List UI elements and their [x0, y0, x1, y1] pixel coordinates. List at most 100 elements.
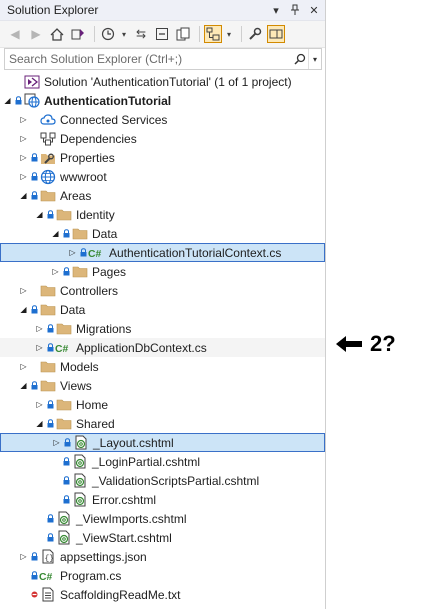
expanded-arrow-icon[interactable]: ◢: [34, 414, 45, 433]
filter-dropdown[interactable]: ▾: [120, 25, 128, 43]
tree-item[interactable]: ◢ Data: [0, 300, 325, 319]
preview-pane-icon[interactable]: [267, 25, 285, 43]
tree-item[interactable]: ▷ Controllers: [0, 281, 325, 300]
close-icon[interactable]: ✕: [306, 2, 322, 18]
sync-with-document-icon[interactable]: ⇆: [132, 25, 150, 43]
tree-item[interactable]: _ValidationScriptsPartial.cshtml: [0, 471, 325, 490]
tree-item[interactable]: ◢ AuthenticationTutorial: [0, 91, 325, 110]
globe-icon: [39, 167, 56, 186]
collapsed-arrow-icon[interactable]: ▷: [34, 395, 45, 414]
web-project-icon: [23, 91, 40, 110]
tree-item[interactable]: ◢ Views: [0, 376, 325, 395]
collapsed-arrow-icon[interactable]: ▷: [34, 319, 45, 338]
folder-icon: [39, 281, 56, 300]
tree-item[interactable]: ScaffoldingReadMe.txt: [0, 585, 325, 604]
expanded-arrow-icon[interactable]: ◢: [34, 205, 45, 224]
collapsed-arrow-icon[interactable]: ▷: [67, 243, 78, 262]
search-icon[interactable]: [292, 49, 308, 69]
razor-file-icon: [71, 471, 88, 490]
collapsed-arrow-icon[interactable]: ▷: [18, 167, 29, 186]
tree-item-label: AuthenticationTutorialContext.cs: [109, 245, 282, 260]
tree-item[interactable]: ▷ _Layout.cshtml: [0, 433, 325, 452]
tree-item[interactable]: Solution 'AuthenticationTutorial' (1 of …: [0, 72, 325, 91]
search-input[interactable]: [5, 51, 292, 67]
razor-file-icon: [71, 452, 88, 471]
tree-item[interactable]: ◢ Shared: [0, 414, 325, 433]
collapsed-arrow-icon[interactable]: ▷: [50, 262, 61, 281]
tree-item[interactable]: _LoginPartial.cshtml: [0, 452, 325, 471]
folder-icon: [55, 205, 72, 224]
switch-views-icon[interactable]: [69, 25, 87, 43]
csharp-file-icon: C#: [88, 243, 105, 262]
expanded-arrow-icon[interactable]: ◢: [18, 376, 29, 395]
collapsed-arrow-icon[interactable]: ▷: [51, 433, 62, 452]
view-dropdown[interactable]: ▾: [225, 25, 233, 43]
forward-icon[interactable]: ▶: [27, 25, 45, 43]
collapsed-arrow-icon[interactable]: ▷: [18, 110, 29, 129]
tree-item[interactable]: _ViewStart.cshtml: [0, 528, 325, 547]
tree-item[interactable]: ▷ C# AuthenticationTutorialContext.cs: [0, 243, 325, 262]
tree-item-label: _Layout.cshtml: [93, 435, 174, 450]
tree-item-label: wwwroot: [60, 169, 107, 184]
panel-title: Solution Explorer: [7, 3, 99, 17]
lock-icon: [45, 338, 55, 357]
tree-item-label: _ViewImports.cshtml: [76, 511, 187, 526]
collapsed-arrow-icon[interactable]: ▷: [34, 338, 45, 357]
home-icon[interactable]: [48, 25, 66, 43]
solution-explorer-panel: Solution Explorer ▾ ✕ ◀ ▶ ▾ ⇆ ▾ Search S…: [0, 0, 326, 609]
toolbar-separator: [94, 26, 95, 42]
tree-item-label: Home: [76, 397, 109, 412]
status-spacer: [29, 281, 39, 300]
toolbar: ◀ ▶ ▾ ⇆ ▾: [0, 21, 325, 48]
folder-icon: [39, 300, 56, 319]
tree-item[interactable]: ▷ Connected Services: [0, 110, 325, 129]
tree-item[interactable]: ▷ wwwroot: [0, 167, 325, 186]
properties-wrench-icon[interactable]: [246, 25, 264, 43]
lock-icon: [61, 262, 71, 281]
tree-item-label: Dependencies: [60, 131, 137, 146]
expanded-arrow-icon[interactable]: ◢: [18, 300, 29, 319]
lock-icon: [29, 300, 39, 319]
collapse-all-icon[interactable]: [153, 25, 171, 43]
tree-item[interactable]: ◢ Identity: [0, 205, 325, 224]
collapsed-arrow-icon[interactable]: ▷: [18, 357, 29, 376]
excluded-status-icon: [29, 585, 39, 604]
folder-icon: [71, 262, 88, 281]
tree-item[interactable]: Error.cshtml: [0, 490, 325, 509]
pending-changes-filter-icon[interactable]: [99, 25, 117, 43]
expanded-arrow-icon[interactable]: ◢: [2, 91, 13, 110]
tree-item[interactable]: ▷ Pages: [0, 262, 325, 281]
expanded-arrow-icon[interactable]: ◢: [50, 224, 61, 243]
csharp-file-icon: C#: [39, 566, 56, 585]
tree-item[interactable]: ▷ Migrations: [0, 319, 325, 338]
preview-selected-items-icon[interactable]: [204, 25, 222, 43]
back-icon[interactable]: ◀: [6, 25, 24, 43]
lock-icon: [62, 433, 72, 452]
tree-item[interactable]: _ViewImports.cshtml: [0, 509, 325, 528]
window-options-dropdown[interactable]: ▾: [268, 2, 284, 18]
collapsed-arrow-icon[interactable]: ▷: [18, 129, 29, 148]
tree-item[interactable]: ▷ Models: [0, 357, 325, 376]
tree-item[interactable]: ▷ C# ApplicationDbContext.cs: [0, 338, 325, 357]
tree-item[interactable]: ◢ Areas: [0, 186, 325, 205]
expanded-arrow-icon[interactable]: ◢: [18, 186, 29, 205]
search-box: ▾: [4, 48, 322, 70]
tree-item[interactable]: ▷ {} appsettings.json: [0, 547, 325, 566]
tree-item-label: Controllers: [60, 283, 119, 298]
tree-item[interactable]: ◢ Data: [0, 224, 325, 243]
collapsed-arrow-icon[interactable]: ▷: [18, 281, 29, 300]
tree-item[interactable]: C# Program.cs: [0, 566, 325, 585]
tree-item[interactable]: ▷ Dependencies: [0, 129, 325, 148]
tree-item[interactable]: ▷ Properties: [0, 148, 325, 167]
lock-icon: [29, 566, 39, 585]
tree-item[interactable]: ▷ Home: [0, 395, 325, 414]
svg-text:C#: C#: [39, 571, 52, 581]
collapsed-arrow-icon[interactable]: ▷: [18, 148, 29, 167]
pin-icon[interactable]: [287, 2, 303, 18]
show-all-files-icon[interactable]: [174, 25, 192, 43]
search-options-dropdown[interactable]: ▾: [308, 49, 321, 69]
collapsed-arrow-icon[interactable]: ▷: [18, 547, 29, 566]
tree-item-label: Error.cshtml: [92, 492, 157, 507]
